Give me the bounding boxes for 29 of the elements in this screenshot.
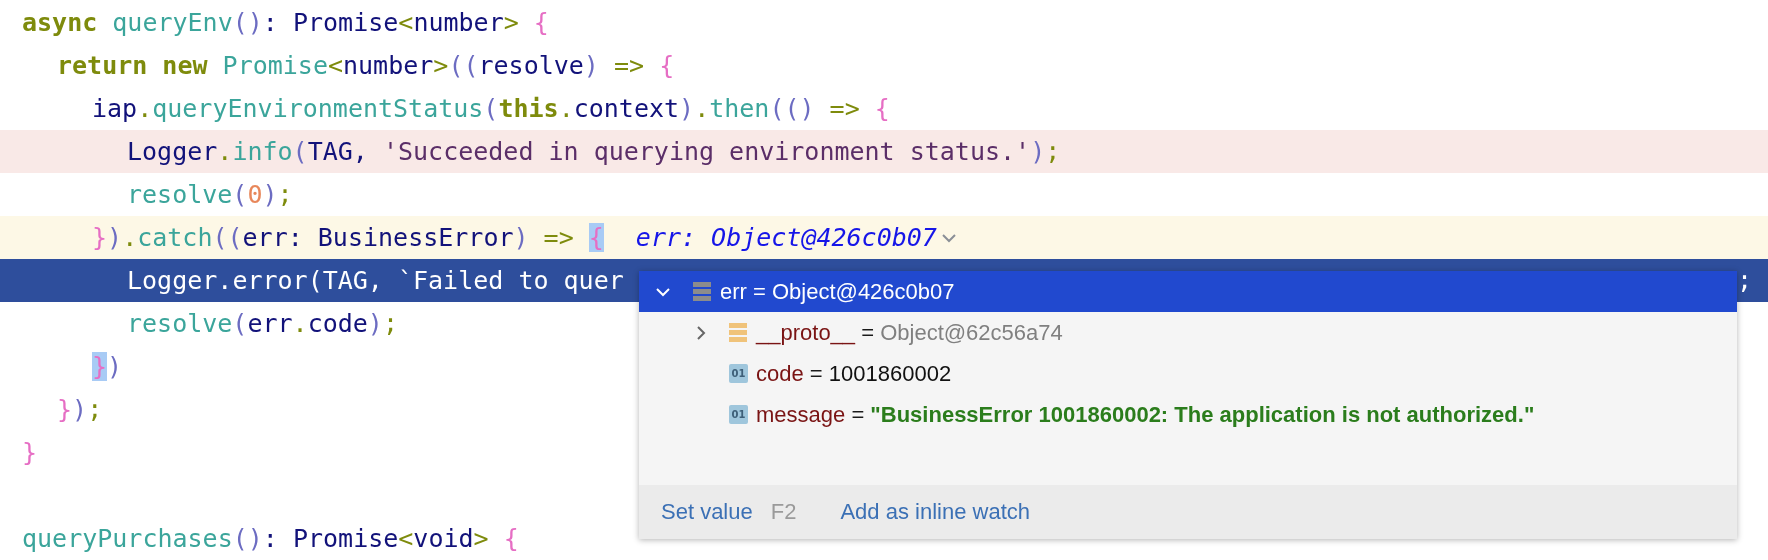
value-type-badge: 01 (729, 364, 748, 383)
list-icon (693, 282, 712, 301)
tree-row[interactable]: 01 message = "BusinessError 1001860002: The application is not authorized." (639, 394, 1737, 435)
action-link[interactable]: Set value (661, 499, 753, 525)
code-line: Logger.error(TAG, `Failed to quer (127, 266, 624, 295)
code-line: Logger.info(TAG, 'Succeeded in querying environment status.'); (127, 137, 1061, 166)
list-icon (729, 323, 748, 342)
code-line: iap.queryEnvironmentStatus(this.context).then(() => { (92, 94, 890, 123)
code-line: }).catch((err: BusinessError) => { (92, 223, 604, 252)
code-line: return new Promise<number>((resolve) => { (57, 51, 675, 80)
code-line: }); (57, 395, 103, 424)
code-line: ; (1736, 266, 1753, 295)
inline-value-hint[interactable]: err: Object@426c0b07 (635, 223, 937, 252)
tree-node-label: __proto__ = Object@62c56a74 (756, 319, 1063, 346)
code-line: resolve(err.code); (127, 309, 398, 338)
code-line: } (22, 438, 38, 467)
code-line: queryPurchases(): Promise<void> { (22, 524, 519, 553)
tree-row[interactable]: err = Object@426c0b07 (639, 271, 1737, 312)
tree-node-label: code = 1001860002 (756, 360, 952, 387)
value-type-badge: 01 (729, 405, 748, 424)
action-link[interactable]: Add as inline watch (840, 499, 1030, 525)
tree-node-label: message = "BusinessError 1001860002: The application is not authorized." (756, 401, 1535, 428)
tree-row[interactable]: __proto__ = Object@62c56a74 (639, 312, 1737, 353)
shortcut-hint: F2 (770, 499, 797, 525)
tree-node-label: err = Object@426c0b07 (720, 278, 955, 305)
tree-row[interactable]: 01 code = 1001860002 (639, 353, 1737, 394)
code-line: resolve(0); (127, 180, 293, 209)
chevron-down-icon (940, 232, 957, 243)
code-line: async queryEnv(): Promise<number> { (22, 8, 549, 37)
